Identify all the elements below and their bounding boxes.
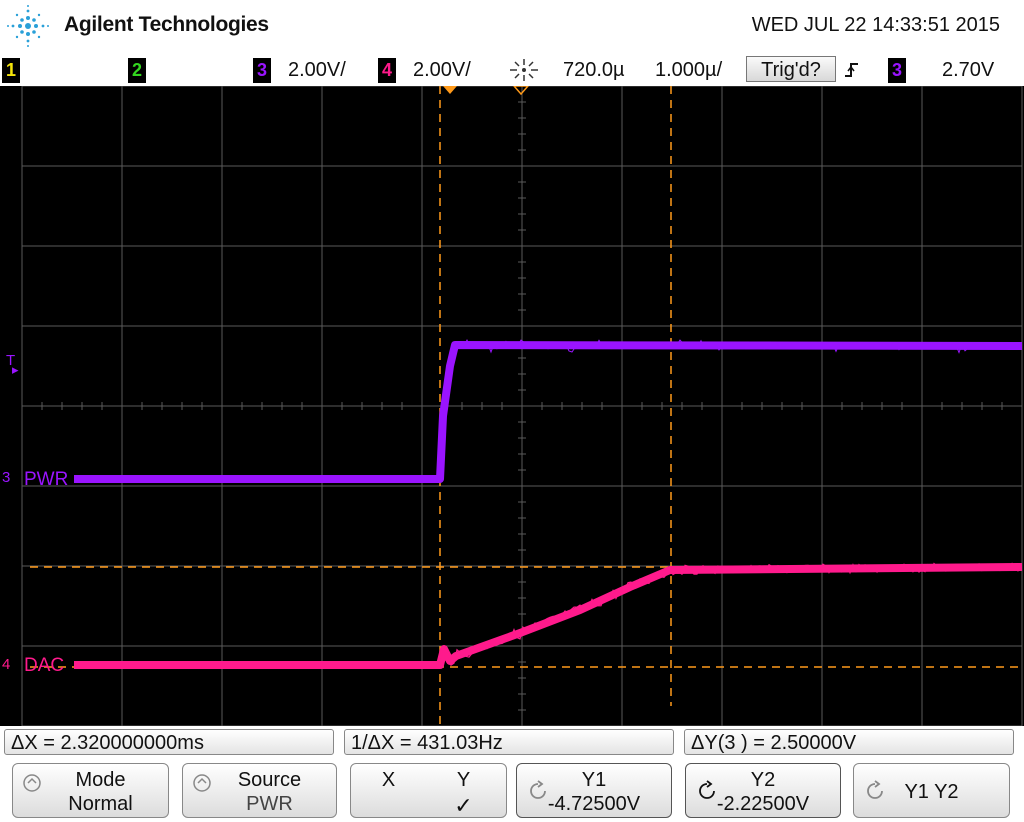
- channel-3-label: PWR: [24, 469, 69, 490]
- brand-name: Agilent Technologies: [64, 13, 269, 36]
- waveform-graticule: [21, 86, 1023, 726]
- channel-3-indicator[interactable]: 3: [253, 58, 271, 83]
- channel-3-trace: [74, 341, 1023, 483]
- y1-softkey[interactable]: Y1 -4.72500V: [516, 763, 672, 818]
- delay-reference-marker: [513, 86, 529, 96]
- trigger-status-button[interactable]: Trig'd?: [746, 56, 836, 82]
- waveform-display[interactable]: T ▸ 3 PWR 4 DAC: [0, 86, 1024, 726]
- channel-3-ground-marker: 3: [2, 469, 11, 486]
- channel-1-indicator[interactable]: 1: [2, 58, 20, 83]
- inverse-delta-x-readout: 1/ΔX = 431.03Hz: [344, 729, 674, 755]
- measurement-bar: ΔX = 2.320000000ms 1/ΔX = 431.03Hz ΔY(3 …: [0, 726, 1024, 758]
- mode-softkey-value: Normal: [68, 793, 133, 815]
- header: Agilent Technologies WED JUL 22 14:33:51…: [0, 0, 1024, 54]
- y2-softkey-value: -2.22500V: [716, 793, 810, 815]
- status-bar: 1 2 3 2.00V/ 4 2.00V/ 720.0µ 1.000µ/ Tri…: [0, 54, 1024, 86]
- channel-4-trace: [74, 563, 1023, 669]
- delta-x-readout: ΔX = 2.320000000ms: [4, 729, 334, 755]
- date-time: WED JUL 22 14:33:51 2015: [751, 14, 1000, 36]
- y1-softkey-title: Y1: [581, 769, 607, 791]
- channel-4-indicator[interactable]: 4: [378, 58, 396, 83]
- trigger-source-indicator[interactable]: 3: [888, 58, 906, 83]
- channel-4-ground-marker: 4: [2, 656, 11, 673]
- mode-softkey-title: Mode: [75, 769, 126, 791]
- y1-softkey-value: -4.72500V: [547, 793, 641, 815]
- source-softkey-value: PWR: [246, 793, 293, 815]
- y1-y2-softkey-title: Y1 Y2: [904, 781, 959, 803]
- channel-2-indicator[interactable]: 2: [128, 58, 146, 83]
- y2-softkey[interactable]: Y2 -2.22500V: [685, 763, 841, 818]
- time-scale: 1.000µ/: [655, 59, 723, 81]
- agilent-spark-logo: [7, 5, 49, 47]
- trigger-level-arrow-icon: ▸: [12, 362, 19, 377]
- rising-edge-icon: [845, 63, 858, 77]
- channel-3-scale: 2.00V/: [288, 59, 346, 81]
- time-delay: 720.0µ: [563, 59, 625, 81]
- timebase-spark-icon: [510, 59, 538, 81]
- softkey-bar: Mode Normal Source PWR X Y ✓ Y1 -4.72500…: [0, 758, 1024, 822]
- y1-y2-softkey[interactable]: Y1 Y2: [853, 763, 1010, 818]
- y2-softkey-title: Y2: [750, 769, 776, 791]
- trigger-level: 2.70V: [942, 59, 995, 81]
- trigger-position-marker: [443, 86, 457, 94]
- mode-softkey[interactable]: Mode Normal: [12, 763, 169, 818]
- delta-y-readout: ΔY(3 ) = 2.50000V: [684, 729, 1014, 755]
- channel-4-label: DAC: [24, 655, 65, 676]
- channel-4-scale: 2.00V/: [413, 59, 471, 81]
- xy-select-softkey[interactable]: X Y ✓: [350, 763, 507, 818]
- channel-4-noise: [75, 562, 1022, 668]
